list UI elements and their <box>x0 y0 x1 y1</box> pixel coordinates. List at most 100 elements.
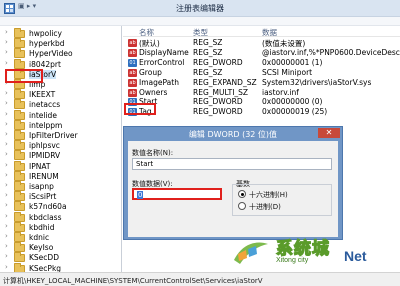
value-row[interactable]: 01 Start REG_DWORD 0x00000000 (0) <box>123 97 400 107</box>
chevron-right-icon[interactable]: › <box>5 161 8 169</box>
column-header-name[interactable]: 名称 <box>139 27 154 38</box>
value-data: 0x00000019 (25) <box>262 107 328 117</box>
chevron-right-icon[interactable]: › <box>5 110 8 118</box>
tree-item-label: inetaccs <box>29 100 61 110</box>
tree-item-label: i8042prt <box>29 59 61 69</box>
value-name: DisplayName <box>139 47 189 57</box>
chevron-right-icon[interactable]: › <box>5 130 8 138</box>
tree-item-label: IPMIDRV <box>29 151 61 161</box>
chevron-right-icon[interactable]: › <box>5 181 8 189</box>
value-name-field[interactable]: Start <box>132 158 332 170</box>
tree-item-label: IKEEXT <box>29 90 56 100</box>
tree-item-label: hyperkbd <box>29 39 65 49</box>
chevron-right-icon[interactable]: › <box>5 150 8 158</box>
chevron-right-icon[interactable]: › <box>5 232 8 240</box>
string-value-icon: ab <box>128 68 137 77</box>
tree-item-label: k57nd60a <box>29 202 67 212</box>
hex-radio[interactable] <box>238 190 246 198</box>
string-value-icon: ab <box>128 88 137 97</box>
value-row[interactable]: 01 Tag REG_DWORD 0x00000019 (25) <box>123 107 400 117</box>
chevron-right-icon[interactable]: › <box>5 201 8 209</box>
chevron-right-icon[interactable]: › <box>5 191 8 199</box>
string-value-icon: ab <box>128 39 137 47</box>
folder-icon <box>14 150 25 161</box>
watermark-net-text: Net <box>344 248 367 264</box>
value-row[interactable]: ab ImagePath REG_EXPAND_SZ System32\drivers… <box>123 78 400 88</box>
dialog-title: 编辑 DWORD (32 位)值 <box>188 130 278 139</box>
folder-icon <box>14 58 25 69</box>
values-header: 名称 类型 数据 <box>123 26 400 37</box>
value-type: REG_SZ <box>193 47 223 57</box>
chevron-right-icon[interactable]: › <box>5 263 8 271</box>
value-row[interactable]: ab Owners REG_MULTI_SZ iastorv.inf <box>123 88 400 98</box>
chevron-right-icon[interactable]: › <box>5 28 8 36</box>
tree-item-label: kdnic <box>29 233 50 242</box>
tree-item[interactable]: › KSecPkg <box>0 262 121 272</box>
value-row[interactable]: ab (默认) REG_SZ (数值未设置) <box>123 38 400 48</box>
chevron-right-icon[interactable]: › <box>5 120 8 128</box>
folder-icon <box>14 252 25 263</box>
chevron-right-icon[interactable]: › <box>5 140 8 148</box>
value-row[interactable]: ab DisplayName REG_SZ @iastorv.inf,%*PNP060… <box>123 48 400 58</box>
chevron-right-icon[interactable]: › <box>5 38 8 46</box>
binary-value-icon: 01 <box>128 58 137 67</box>
folder-icon <box>14 89 25 100</box>
registry-key-tree[interactable]: › hwpolicy › hyperkbd › HyperVideo › i8042prt › i… <box>0 26 122 272</box>
window-title: 注册表编辑器 <box>176 4 224 13</box>
tree-item-label: iphlpsvc <box>29 141 60 151</box>
value-data-text: 0 <box>137 191 144 199</box>
tree-item-label: IPNAT <box>29 161 51 171</box>
tree-item-label: KeyIso <box>29 243 54 253</box>
value-data-field[interactable]: 0 <box>132 188 222 200</box>
chevron-right-icon[interactable]: › <box>5 89 8 97</box>
value-name-label: 数值名称(N): <box>132 149 174 157</box>
column-header-type[interactable]: 类型 <box>193 27 208 38</box>
value-type: REG_EXPAND_SZ <box>193 77 257 87</box>
chevron-right-icon[interactable]: › <box>5 222 8 230</box>
tree-item-label: IRENUM <box>29 171 59 181</box>
folder-icon <box>14 38 25 49</box>
value-row[interactable]: 01 ErrorControl REG_DWORD 0x00000001 (1) <box>123 58 400 68</box>
tree-item-label: IpFilterDriver <box>29 131 78 140</box>
value-data: SCSI Miniport <box>262 67 313 77</box>
folder-icon <box>14 242 25 253</box>
chevron-right-icon[interactable]: › <box>5 252 8 260</box>
value-highlight-box <box>124 103 156 115</box>
chevron-right-icon[interactable]: › <box>5 99 8 107</box>
value-data: 0x00000000 (0) <box>262 97 323 107</box>
value-name: ImagePath <box>139 77 179 87</box>
chevron-right-icon[interactable]: › <box>5 59 8 67</box>
chevron-right-icon[interactable]: › <box>5 48 8 56</box>
tree-item-label: intelppm <box>29 120 63 130</box>
value-row[interactable]: ab Group REG_SZ SCSI Miniport <box>123 68 400 78</box>
tree-item-label: kbdclass <box>29 212 62 222</box>
chevron-right-icon[interactable]: › <box>5 242 8 250</box>
chevron-right-icon[interactable]: › <box>5 212 8 220</box>
tree-item-label: intelide <box>29 110 57 120</box>
tree-item-label: hwpolicy <box>29 29 62 38</box>
folder-icon <box>14 160 25 171</box>
edit-dword-dialog: 编辑 DWORD (32 位)值 ✕ 数值名称(N): Start 数值数据(V… <box>123 126 343 240</box>
value-data: System32\drivers\iaStorV.sys <box>262 77 372 87</box>
folder-icon <box>14 99 25 110</box>
watermark-cn-text: 系统城 <box>275 238 330 259</box>
status-bar: 计算机\HKEY_LOCAL_MACHINE\SYSTEM\CurrentCon… <box>0 272 400 286</box>
folder-icon <box>14 119 25 130</box>
value-name: Owners <box>139 87 168 97</box>
tree-item-label: KSecDD <box>29 253 59 263</box>
value-name: Group <box>139 67 162 77</box>
folder-icon <box>14 181 25 191</box>
dec-radio[interactable] <box>238 202 246 210</box>
base-group-box <box>232 184 332 216</box>
hex-radio-label[interactable]: 十六进制(H) <box>249 190 288 200</box>
chevron-right-icon[interactable]: › <box>5 171 8 179</box>
column-header-data[interactable]: 数据 <box>262 27 277 38</box>
value-data: iastorv.inf <box>262 87 299 97</box>
tree-item-label: kbdhid <box>29 222 55 232</box>
tree-item-label: HyperVideo <box>29 49 73 59</box>
dialog-body: 数值名称(N): Start 数值数据(V): 0 基数 十六进制(H) 十进制… <box>128 141 338 237</box>
dec-radio-label[interactable]: 十进制(D) <box>249 202 281 212</box>
key-path: 计算机\HKEY_LOCAL_MACHINE\SYSTEM\CurrentCon… <box>3 277 263 285</box>
dialog-close-button[interactable]: ✕ <box>318 128 340 138</box>
value-type: REG_DWORD <box>193 57 243 67</box>
